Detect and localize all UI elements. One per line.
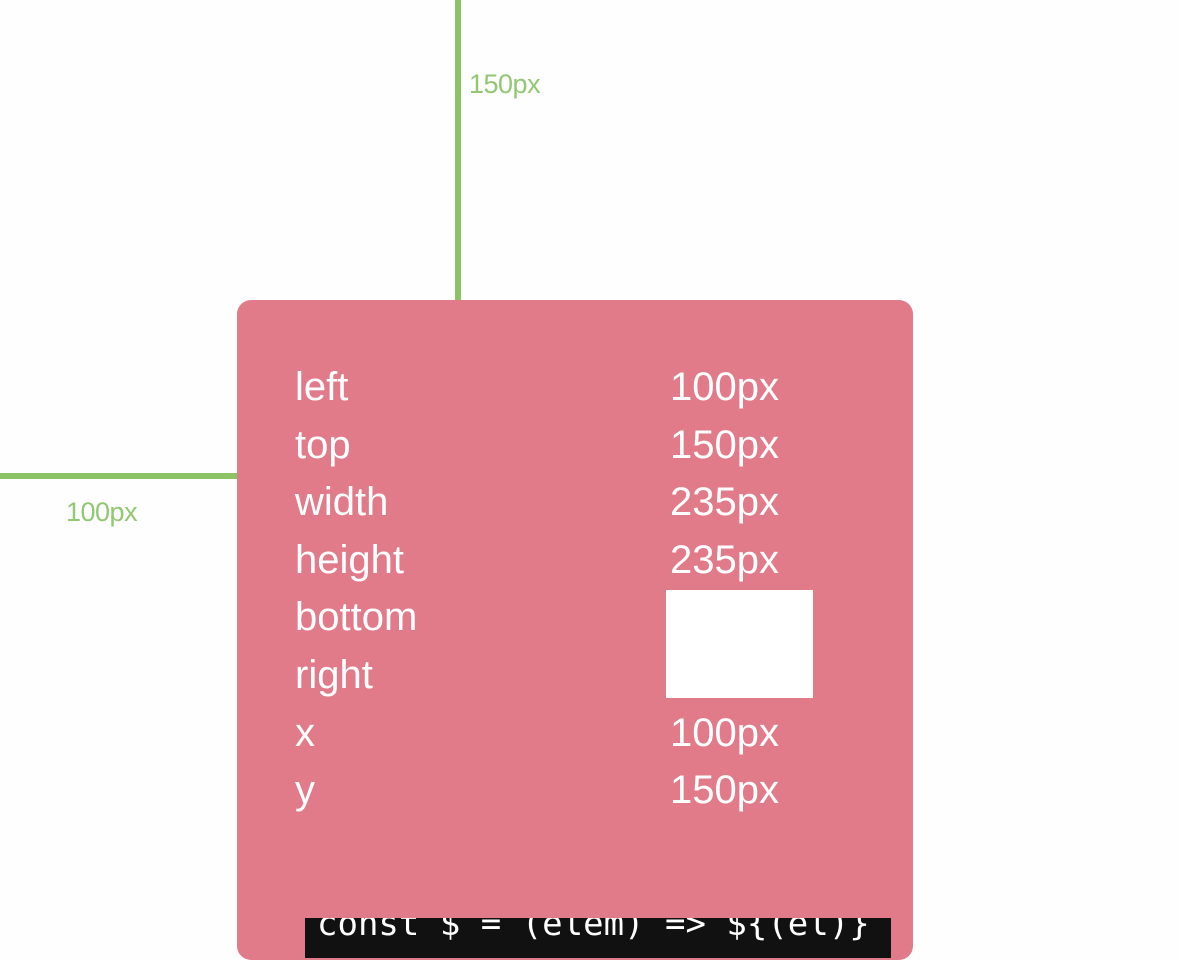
- property-name: height: [295, 538, 404, 582]
- property-row-left: left 100px: [295, 362, 855, 412]
- property-name: width: [295, 480, 389, 524]
- property-name: left: [295, 365, 349, 409]
- property-name: top: [295, 423, 351, 467]
- blank-value-placeholder: [666, 590, 813, 698]
- code-snippet-strip: const $ = (elem) => ${(el)} {: [305, 918, 891, 958]
- positioned-element-box: left 100px top 150px width 235px height …: [237, 300, 913, 960]
- code-snippet-text: const $ = (elem) => ${(el)} {: [317, 918, 891, 944]
- property-value: 150px: [670, 423, 779, 467]
- property-row-width: width 235px: [295, 477, 855, 527]
- property-value: 100px: [670, 365, 779, 409]
- property-name: bottom: [295, 595, 418, 639]
- property-value: 150px: [670, 768, 779, 812]
- property-name: x: [295, 711, 315, 755]
- property-value: 235px: [670, 538, 779, 582]
- left-offset-guide-line: [0, 473, 240, 479]
- property-value: 100px: [670, 711, 779, 755]
- top-offset-guide-line: [455, 0, 461, 302]
- property-name: right: [295, 653, 373, 697]
- property-row-top: top 150px: [295, 420, 855, 470]
- property-row-height: height 235px: [295, 535, 855, 585]
- property-value: 235px: [670, 480, 779, 524]
- top-offset-label: 150px: [469, 69, 541, 99]
- property-row-x: x 100px: [295, 708, 855, 758]
- property-row-y: y 150px: [295, 765, 855, 815]
- property-name: y: [295, 768, 315, 812]
- left-offset-label: 100px: [66, 497, 138, 527]
